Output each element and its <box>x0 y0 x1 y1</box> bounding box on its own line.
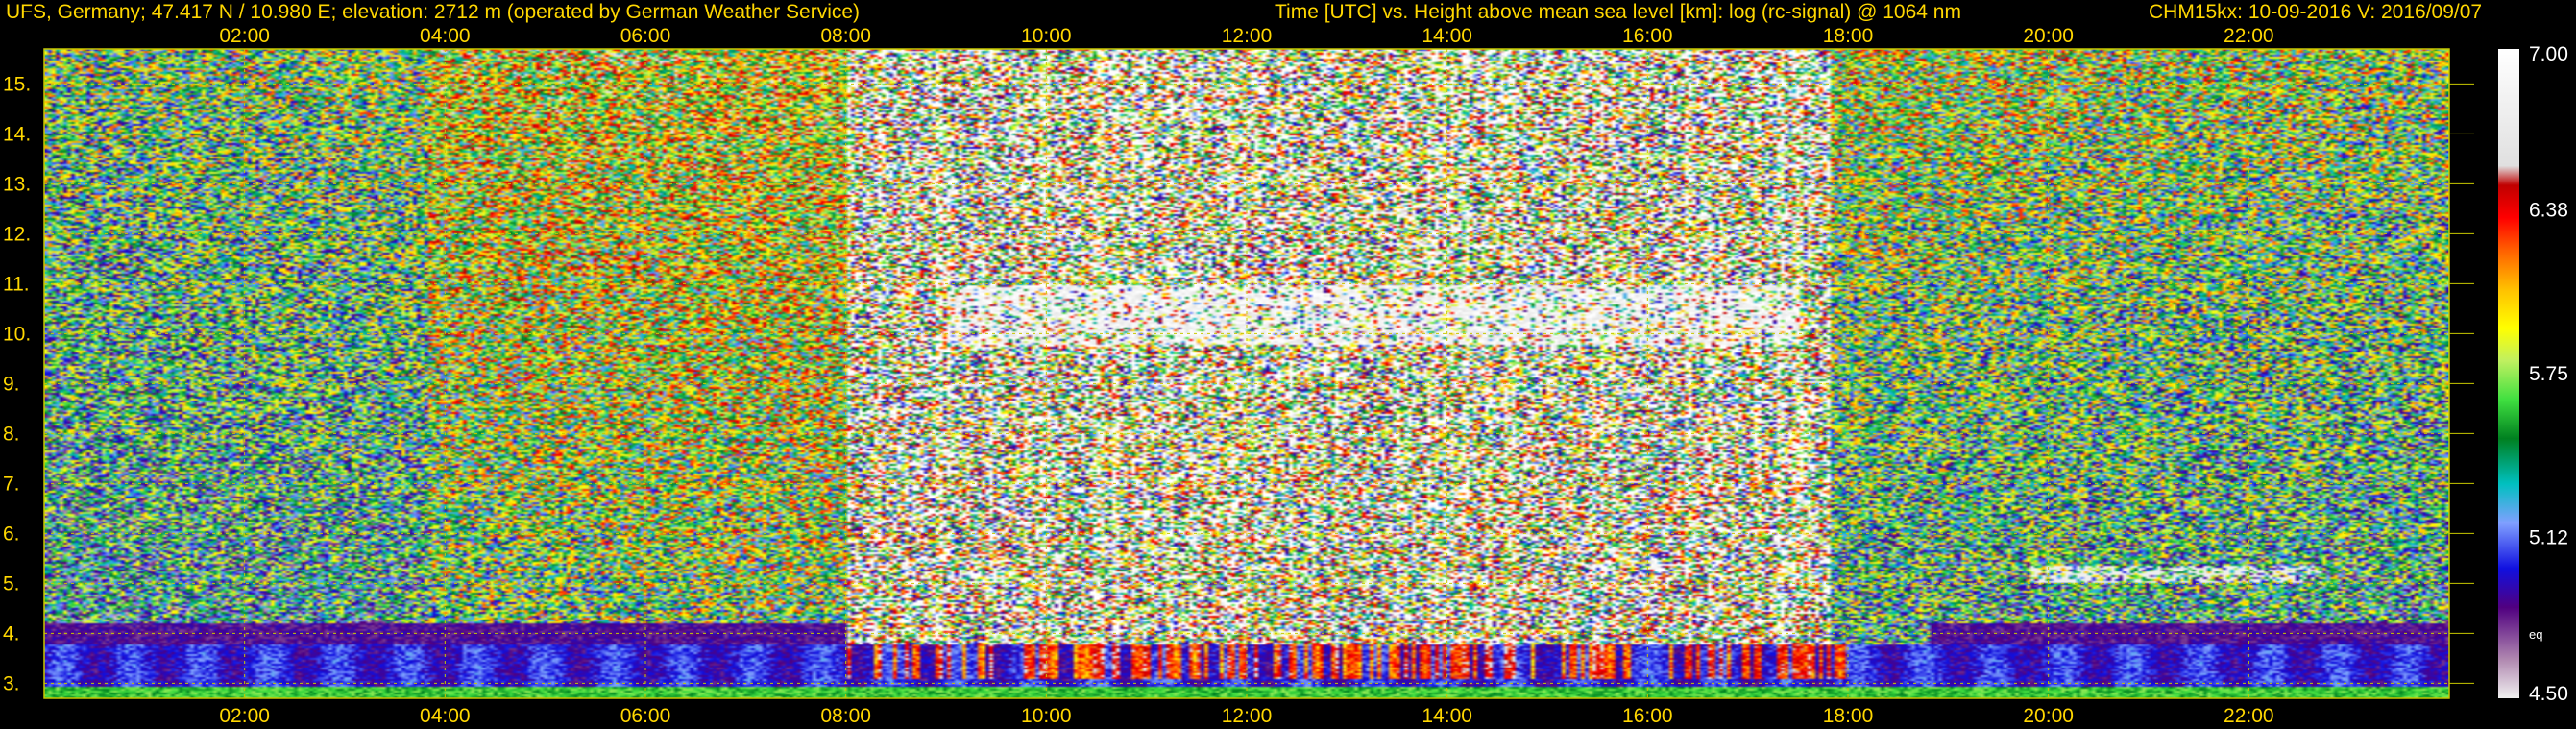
bottom-tick-label: 08:00 <box>820 705 871 727</box>
colorbar-ticks: 7.00 6.38 5.75 5.12 4.50 <box>2529 43 2568 705</box>
top-tick-label: 06:00 <box>620 25 671 47</box>
height-tick-label: 4. <box>3 622 20 644</box>
height-tick-label: 15. <box>3 73 31 95</box>
bottom-tick-label: 20:00 <box>2023 705 2074 727</box>
colorbar-tick-label: 5.75 <box>2529 363 2568 385</box>
bottom-tick-label: 10:00 <box>1021 705 1072 727</box>
ceilometer-chart: 02:00 04:00 06:00 08:00 10:00 12:00 14:00 16:00… <box>3 25 2568 727</box>
bottom-tick-label: 12:00 <box>1222 705 1273 727</box>
height-tick-label: 12. <box>3 223 31 245</box>
top-tick-label: 18:00 <box>1823 25 1874 47</box>
colorbar-label: eq <box>2529 627 2542 642</box>
top-tick-label: 12:00 <box>1222 25 1273 47</box>
bottom-tick-label: 16:00 <box>1622 705 1673 727</box>
bottom-tick-label: 02:00 <box>219 705 270 727</box>
height-tick-label: 10. <box>3 323 31 345</box>
height-tick-label: 6. <box>3 522 20 545</box>
top-tick-label: 02:00 <box>219 25 270 47</box>
bottom-tick-label: 04:00 <box>420 705 471 727</box>
height-tick-label: 7. <box>3 473 20 495</box>
top-tick-label: 10:00 <box>1021 25 1072 47</box>
height-tick-label: 14. <box>3 123 31 145</box>
height-tick-label: 5. <box>3 572 20 595</box>
height-tick-label: 13. <box>3 173 31 195</box>
top-time-axis: 02:00 04:00 06:00 08:00 10:00 12:00 14:00 16:00… <box>219 25 2273 47</box>
bottom-tick-label: 06:00 <box>620 705 671 727</box>
colorbar-tick-label: 7.00 <box>2529 43 2568 65</box>
bottom-tick-label: 14:00 <box>1422 705 1472 727</box>
height-tick-label: 3. <box>3 672 20 694</box>
height-tick-label: 9. <box>3 373 20 395</box>
top-tick-label: 04:00 <box>420 25 471 47</box>
top-tick-label: 08:00 <box>820 25 871 47</box>
colorbar-tick-label: 5.12 <box>2529 526 2568 548</box>
height-tick-label: 11. <box>3 273 30 295</box>
top-tick-label: 20:00 <box>2023 25 2074 47</box>
top-tick-label: 22:00 <box>2224 25 2274 47</box>
top-tick-label: 16:00 <box>1622 25 1673 47</box>
height-tick-label: 8. <box>3 423 20 445</box>
height-axis: 3. 4. 5. 6. 7. 8. 9. 10. 11. 12. 13. 14. 15. <box>3 73 31 694</box>
colorbar-tick-label: 4.50 <box>2529 683 2568 705</box>
bottom-time-axis: 02:00 04:00 06:00 08:00 10:00 12:00 14:00 16:00… <box>219 705 2273 727</box>
top-tick-label: 14:00 <box>1422 25 1472 47</box>
bottom-tick-label: 22:00 <box>2224 705 2274 727</box>
colorbar <box>2498 49 2519 698</box>
bottom-tick-label: 18:00 <box>1823 705 1874 727</box>
colorbar-tick-label: 6.38 <box>2529 200 2568 222</box>
